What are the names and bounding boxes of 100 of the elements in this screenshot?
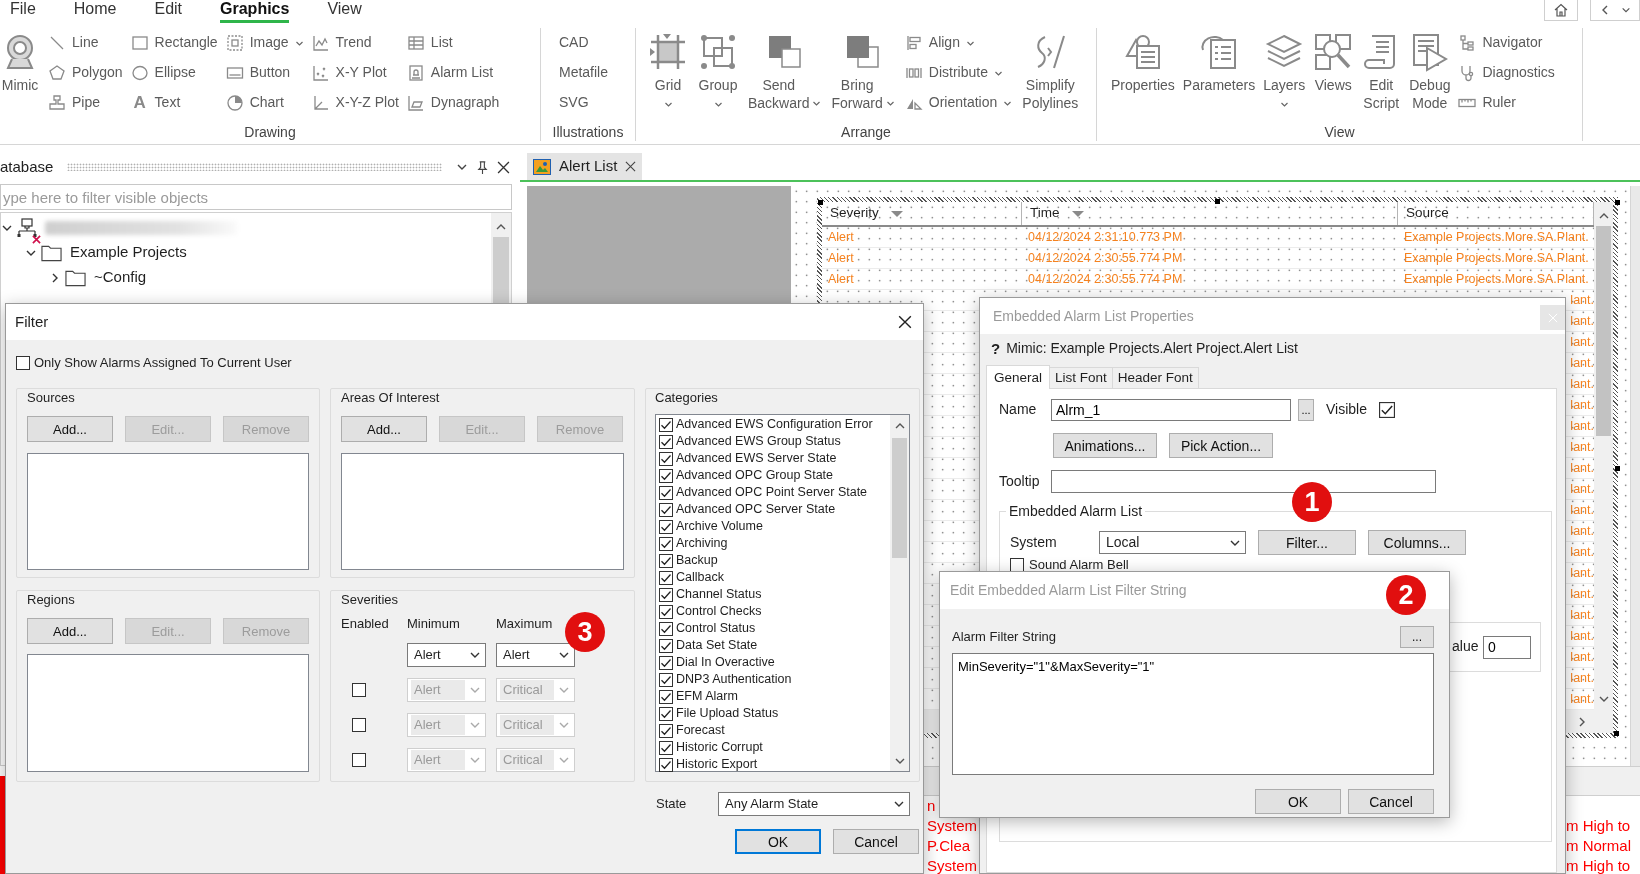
- checkbox[interactable]: [659, 706, 673, 721]
- checkbox[interactable]: [659, 621, 673, 636]
- dialog-button[interactable]: Cancel: [833, 829, 919, 854]
- dialog-button[interactable]: OK: [735, 829, 821, 854]
- checkbox[interactable]: [16, 356, 30, 370]
- ribbon-button[interactable]: Group: [698, 28, 738, 109]
- checkbox[interactable]: [659, 587, 673, 602]
- checkbox[interactable]: [659, 570, 673, 585]
- dialog-button[interactable]: Pick Action...: [1169, 433, 1273, 458]
- ribbon-button[interactable]: Align: [904, 34, 1013, 52]
- checkbox[interactable]: [659, 638, 673, 653]
- dialog-button[interactable]: OK: [1255, 789, 1341, 814]
- ribbon-button[interactable]: Rectangle: [130, 34, 218, 52]
- ribbon-button[interactable]: Grid: [648, 28, 688, 109]
- selection-handle-icon[interactable]: [1614, 731, 1619, 736]
- ribbon-button[interactable]: Dynagraph: [406, 94, 500, 112]
- severity-select[interactable]: Alert: [407, 643, 486, 667]
- checkbox[interactable]: [659, 417, 673, 432]
- checkbox[interactable]: [659, 757, 673, 772]
- ribbon-button[interactable]: Pipe: [48, 94, 123, 112]
- selection-handle-icon[interactable]: [818, 200, 823, 205]
- checkbox[interactable]: [659, 485, 673, 500]
- ribbon-button[interactable]: Debug Mode: [1409, 28, 1451, 113]
- value-field[interactable]: 0: [1483, 635, 1531, 659]
- dialog-button[interactable]: Add...: [27, 618, 113, 644]
- ribbon-button[interactable]: Chart: [225, 94, 304, 112]
- checkbox[interactable]: [659, 740, 673, 755]
- close-icon[interactable]: [625, 161, 637, 172]
- browse-button[interactable]: ...: [1400, 626, 1434, 648]
- dialog-tab[interactable]: General: [986, 365, 1051, 389]
- ribbon-button[interactable]: Metafile: [559, 64, 609, 82]
- ribbon-button[interactable]: Layers: [1263, 28, 1306, 109]
- severity-select[interactable]: Alert: [496, 643, 575, 667]
- ribbon-button[interactable]: Line: [48, 34, 123, 52]
- ribbon-button[interactable]: Diagnostics: [1458, 64, 1555, 82]
- list-box[interactable]: [655, 414, 910, 772]
- ribbon-button[interactable]: Bring Forward: [831, 28, 895, 113]
- pin-icon[interactable]: [476, 160, 489, 174]
- checkbox[interactable]: [659, 434, 673, 449]
- selection-handle-icon[interactable]: [1615, 200, 1620, 205]
- document-tab[interactable]: Alert List: [527, 153, 643, 180]
- system-select[interactable]: Local: [1099, 531, 1246, 554]
- ribbon-button[interactable]: List: [406, 34, 500, 52]
- ribbon-button[interactable]: Ruler: [1458, 94, 1555, 112]
- checkbox[interactable]: [659, 723, 673, 738]
- menu-tab[interactable]: File: [10, 0, 36, 23]
- ribbon-button[interactable]: Orientation: [904, 94, 1013, 112]
- ribbon-button[interactable]: Distribute: [904, 64, 1013, 82]
- close-icon[interactable]: [497, 160, 510, 174]
- dialog-button[interactable]: Filter...: [1258, 530, 1356, 555]
- tree-item[interactable]: Example Projects: [1, 240, 491, 265]
- ribbon-button[interactable]: Image: [225, 34, 304, 52]
- checkbox[interactable]: [659, 553, 673, 568]
- ribbon-button[interactable]: Alarm List: [406, 64, 500, 82]
- dialog-button[interactable]: Animations...: [1053, 433, 1157, 458]
- ribbon-button[interactable]: A Text: [130, 94, 218, 112]
- filter-field[interactable]: ype here to filter visible objects: [0, 184, 512, 210]
- home-button[interactable]: [1544, 0, 1578, 21]
- tree-item[interactable]: ~Config: [1, 265, 491, 290]
- menu-tab[interactable]: View: [327, 0, 362, 23]
- ribbon-button[interactable]: Views: [1313, 28, 1354, 95]
- dialog-tab[interactable]: Header Font: [1111, 367, 1199, 388]
- dialog-button[interactable]: Add...: [27, 416, 113, 442]
- menu-tab[interactable]: Graphics: [220, 0, 290, 23]
- checkbox[interactable]: [352, 718, 366, 732]
- selection-handle-icon[interactable]: [1215, 199, 1220, 204]
- menu-tab[interactable]: Edit: [154, 0, 183, 23]
- name-field[interactable]: Alrm_1: [1051, 399, 1291, 421]
- help-icon[interactable]: ?: [991, 339, 1001, 359]
- ribbon-button[interactable]: X-Y Plot: [311, 64, 399, 82]
- dialog-button[interactable]: Cancel: [1348, 789, 1434, 814]
- ribbon-button[interactable]: Simplify Polylines: [1022, 28, 1079, 113]
- ribbon-button[interactable]: Send Backward: [748, 28, 822, 113]
- ribbon-button[interactable]: Button: [225, 64, 304, 82]
- ribbon-button[interactable]: Properties: [1111, 28, 1175, 95]
- ribbon-button[interactable]: Mimic: [0, 28, 40, 95]
- ribbon-button[interactable]: SVG: [559, 94, 609, 112]
- filter-string-field[interactable]: MinSeverity="1"&MaxSeverity="1": [952, 653, 1434, 775]
- ribbon-button[interactable]: Polygon: [48, 64, 123, 82]
- checkbox[interactable]: [659, 672, 673, 687]
- menu-tab[interactable]: Home: [73, 0, 117, 23]
- ribbon-button[interactable]: Ellipse: [130, 64, 218, 82]
- checkbox[interactable]: [659, 536, 673, 551]
- ribbon-button[interactable]: Trend: [311, 34, 399, 52]
- checkbox[interactable]: [352, 683, 366, 697]
- checkbox[interactable]: [659, 451, 673, 466]
- checkbox[interactable]: [659, 502, 673, 517]
- ribbon-button[interactable]: X-Y-Z Plot: [311, 94, 399, 112]
- dialog-button[interactable]: Add...: [341, 416, 427, 442]
- checkbox[interactable]: [659, 519, 673, 534]
- tooltip-field[interactable]: [1051, 470, 1436, 493]
- selection-handle-icon[interactable]: [1615, 466, 1620, 471]
- ribbon-button[interactable]: Parameters: [1182, 28, 1256, 95]
- state-select[interactable]: Any Alarm State: [718, 792, 910, 816]
- ribbon-button[interactable]: Edit Script: [1361, 28, 1402, 113]
- checkbox[interactable]: [659, 655, 673, 670]
- ribbon-button[interactable]: CAD: [559, 34, 609, 52]
- browse-button[interactable]: ...: [1298, 399, 1314, 421]
- dialog-button[interactable]: Columns...: [1368, 530, 1466, 555]
- checkbox[interactable]: [352, 753, 366, 767]
